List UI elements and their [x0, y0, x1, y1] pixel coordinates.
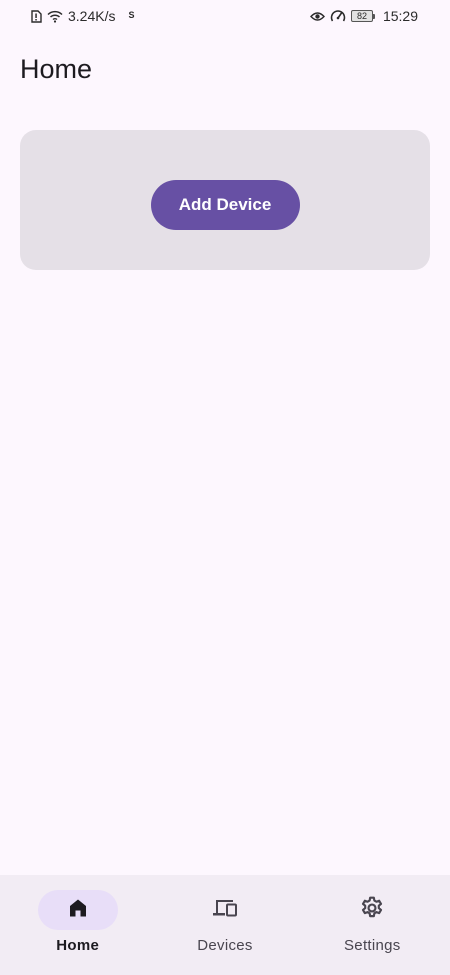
devices-icon — [212, 896, 238, 925]
home-screen: 3.24K/s S 82 15:29 Home Add Device Home … — [0, 0, 450, 975]
status-bar-left: 3.24K/s S — [30, 8, 135, 24]
nav-label-settings: Settings — [344, 937, 401, 954]
home-icon — [66, 896, 90, 925]
bottom-navigation-bar: Home Devices Settings — [0, 875, 450, 975]
nav-icon-container — [185, 890, 265, 930]
status-bar-right: 82 15:29 — [309, 8, 418, 24]
alert-sim-icon — [30, 9, 42, 23]
nav-icon-container — [332, 890, 412, 930]
battery-icon: 82 — [350, 10, 375, 22]
add-device-button[interactable]: Add Device — [150, 180, 300, 230]
nav-label-home: Home — [56, 937, 100, 954]
battery-tip — [372, 13, 375, 19]
nav-item-settings[interactable]: Settings — [307, 875, 437, 975]
page-title: Home — [20, 54, 93, 84]
wifi-icon — [47, 10, 63, 23]
nav-label-devices: Devices — [197, 937, 253, 954]
small-indicator: S — [128, 10, 135, 20]
nav-active-indicator — [37, 890, 118, 930]
nav-item-devices[interactable]: Devices — [160, 875, 290, 975]
speed-icon — [330, 9, 346, 23]
nav-item-home[interactable]: Home — [13, 875, 143, 975]
gear-icon — [359, 895, 385, 926]
network-speed: 3.24K/s — [68, 8, 116, 24]
eye-icon — [309, 11, 325, 22]
add-device-card: Add Device — [20, 130, 430, 270]
battery-level: 82 — [350, 10, 373, 22]
status-time: 15:29 — [382, 8, 418, 24]
status-bar: 3.24K/s S 82 15:29 — [0, 0, 450, 32]
